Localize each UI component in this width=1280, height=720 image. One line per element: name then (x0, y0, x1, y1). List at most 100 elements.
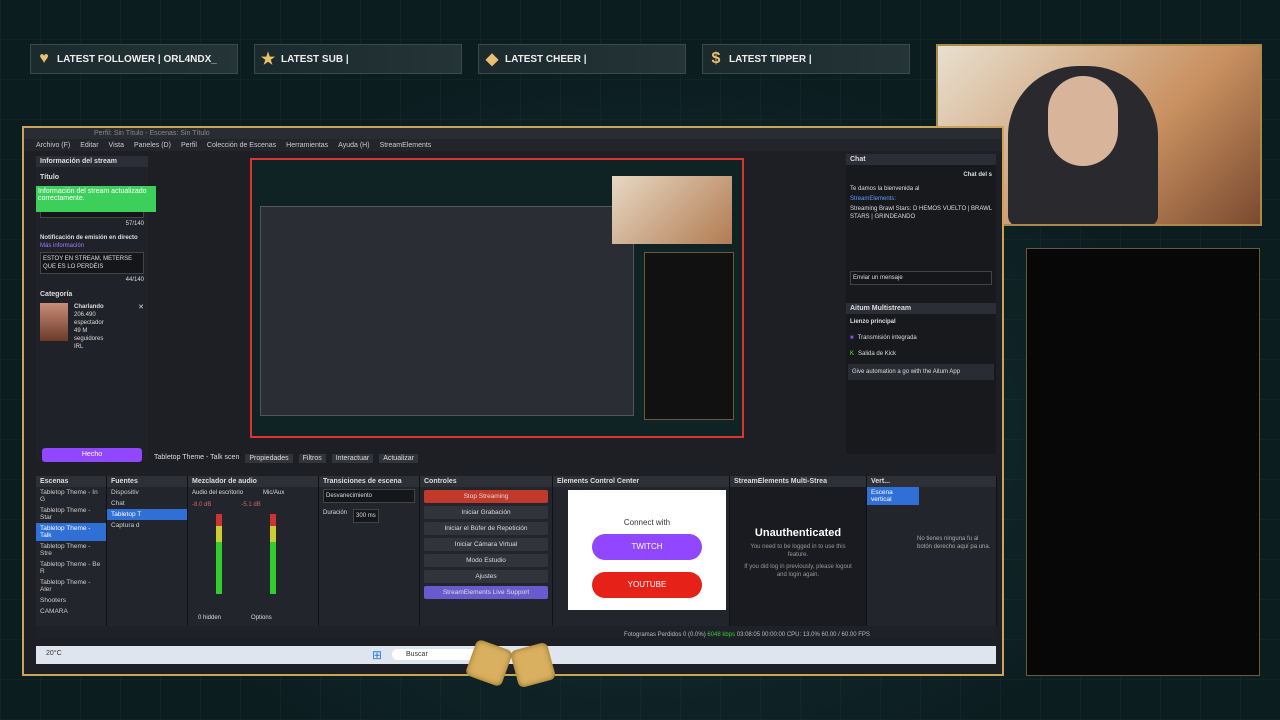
chat-input[interactable]: Enviar un mensaje (850, 271, 992, 285)
title-label: Título (40, 174, 60, 181)
update-button[interactable]: Actualizar (379, 454, 418, 463)
mixer-channel-mic: Mic/Aux (263, 490, 285, 496)
dollar-icon: $ (711, 50, 721, 67)
weather-widget[interactable]: 20°C (46, 650, 62, 657)
chat-title: Chat del s (963, 172, 992, 178)
notif-label: Notificación de emisión en directo (40, 235, 138, 241)
vertical-dock: Vert... Escena vertical No tienes ningun… (867, 476, 997, 626)
settings-button[interactable]: Ajustes (424, 570, 548, 583)
latest-cheer-label: LATEST CHEER | (505, 53, 587, 65)
aitum-promo[interactable]: Give automation a go with the Aitum App (848, 364, 994, 380)
done-button[interactable]: Hecho (42, 448, 142, 462)
mixer-hidden-count: 0 hidden (198, 615, 222, 621)
aitum-output-twitch[interactable]: ■ Transmisión integrada (846, 330, 996, 346)
source-item[interactable]: Dispositiv (107, 487, 187, 498)
scene-item[interactable]: Shooters (36, 595, 106, 606)
taskbar-search-label: Buscar (406, 651, 428, 658)
category-name: Charlando (74, 304, 104, 310)
menu-ayuda[interactable]: Ayuda (H) (338, 142, 369, 149)
scene-item[interactable]: Tabletop Theme - Be R (36, 559, 106, 577)
scene-item-selected[interactable]: Tabletop Theme - Talk (36, 523, 106, 541)
status-bar: Fotogramas Perdidos 0 (0.0%) 6048 kbps 0… (624, 632, 994, 642)
menu-perfil[interactable]: Perfil (181, 142, 197, 149)
control-center-header: Elements Control Center (553, 476, 729, 487)
notif-counter: 44/140 (125, 277, 144, 283)
controls-dock: Controles Stop Streaming Iniciar Grabaci… (420, 476, 553, 626)
youtube-connect-button[interactable]: YOUTUBE (592, 572, 702, 598)
notif-more-link[interactable]: Más información (36, 242, 148, 250)
sources-dock: Fuentes Dispositiv Chat Tabletop T Captu… (107, 476, 188, 626)
latest-follower-bar: ♥ LATEST FOLLOWER | ORL4NDX_ (30, 44, 238, 74)
latest-sub-bar: ★ LATEST SUB | (254, 44, 462, 74)
program-preview[interactable] (250, 158, 744, 438)
connect-with-label: Connect with (623, 518, 671, 527)
scene-item[interactable]: Tabletop Theme - In G (36, 487, 106, 505)
viewer-label: espectador (74, 320, 104, 326)
scene-toolbar: Tabletop Theme - Talk scen Propiedades F… (154, 454, 418, 463)
source-item[interactable]: Chat (107, 498, 187, 509)
mixer-db-desktop: -8.0 dB (192, 502, 212, 508)
scene-item[interactable]: Tabletop Theme - Star (36, 505, 106, 523)
menu-bar: Archivo (F) Editar Vista Paneles (D) Per… (24, 139, 1002, 151)
volume-meter-mic (270, 514, 276, 594)
scene-item[interactable]: Tabletop Theme - Aler (36, 577, 106, 595)
menu-streamelements[interactable]: StreamElements (380, 142, 432, 149)
transition-select[interactable]: Desvanecimiento (323, 489, 415, 503)
die-left (464, 638, 514, 688)
preview-vertical-panel (644, 252, 734, 420)
chat-message: Streaming Brawl Stars: D HEMOS VUELTO | … (850, 206, 992, 220)
scene-item[interactable]: Tabletop Theme - Stre (36, 541, 106, 559)
duration-input[interactable]: 300 ms (353, 509, 379, 523)
category-tag: IRL (74, 344, 84, 350)
menu-archivo[interactable]: Archivo (F) (36, 142, 70, 149)
chat-welcome: Te damos la bienvenida al (850, 186, 920, 192)
source-item[interactable]: Captura d (107, 520, 187, 531)
studio-mode-button[interactable]: Modo Estudio (424, 554, 548, 567)
dock-row: Escenas Tabletop Theme - In G Tabletop T… (36, 476, 997, 638)
streamer-face (1048, 76, 1118, 166)
stream-info-header: Información del stream (36, 156, 148, 167)
menu-coleccion[interactable]: Colección de Escenas (207, 142, 276, 149)
duration-label: Duración (323, 510, 348, 516)
mixer-options-button[interactable]: Options (251, 614, 272, 622)
category-label: Categoría (40, 291, 73, 298)
fps: 60.00 / 60.00 FPS (821, 632, 870, 638)
menu-vista[interactable]: Vista (109, 142, 124, 149)
chat-header: Chat (846, 154, 996, 165)
transitions-header: Transiciones de escena (319, 476, 419, 487)
unauthenticated-hint: If you did log in previously, please log… (744, 564, 852, 578)
latest-follower-label: LATEST FOLLOWER | ORL4NDX_ (57, 53, 217, 65)
mixer-header: Mezclador de audio (188, 476, 318, 487)
category-card[interactable]: Charlando 206.490 espectador 49 M seguid… (36, 299, 148, 355)
properties-button[interactable]: Propiedades (245, 454, 293, 463)
menu-paneles[interactable]: Paneles (D) (134, 142, 171, 149)
aitum-canvas-label: Lienzo principal (850, 319, 896, 325)
filters-button[interactable]: Filtros (298, 454, 326, 463)
start-recording-button[interactable]: Iniciar Grabación (424, 506, 548, 519)
remove-category-icon[interactable]: ✕ (138, 303, 144, 351)
interact-button[interactable]: Interactuar (331, 454, 374, 463)
scenes-dock: Escenas Tabletop Theme - In G Tabletop T… (36, 476, 107, 626)
stop-streaming-button[interactable]: Stop Streaming (424, 490, 548, 503)
source-item-selected[interactable]: Tabletop T (107, 509, 187, 520)
scene-item[interactable]: CAMARA (36, 606, 106, 617)
replay-buffer-button[interactable]: Iniciar el Búfer de Repetición (424, 522, 548, 535)
vertical-empty-text: No tienes ninguna fu al botón derecho aq… (917, 536, 991, 550)
audio-mixer-dock: Mezclador de audio Audio del escritorio … (188, 476, 319, 626)
windows-start-icon[interactable]: ⊞ (372, 648, 382, 662)
connect-card: Connect with TWITCH YOUTUBE (568, 490, 726, 610)
aitum-output-kick[interactable]: K Salida de Kick (846, 346, 996, 362)
window-title: Perfil: Sin Título - Escenas: Sin Título (24, 128, 1002, 139)
menu-editar[interactable]: Editar (80, 142, 98, 149)
virtual-camera-button[interactable]: Iniciar Cámara Virtual (424, 538, 548, 551)
multistream-dock: StreamElements Multi-Strea Unauthenticat… (730, 476, 867, 626)
vertical-scene-item[interactable]: Escena vertical (867, 487, 919, 505)
latest-cheer-bar: ◆ LATEST CHEER | (478, 44, 686, 74)
multistream-header: StreamElements Multi-Strea (730, 476, 866, 487)
notif-input[interactable]: ESTOY EN STREAM, METERSE QUE ES LO PERDÉ… (40, 252, 144, 274)
latest-tipper-bar: $ LATEST TIPPER | (702, 44, 910, 74)
menu-herramientas[interactable]: Herramientas (286, 142, 328, 149)
diamond-icon: ◆ (485, 51, 499, 68)
twitch-connect-button[interactable]: TWITCH (592, 534, 702, 560)
live-support-button[interactable]: StreamElements Live Support (424, 586, 548, 599)
